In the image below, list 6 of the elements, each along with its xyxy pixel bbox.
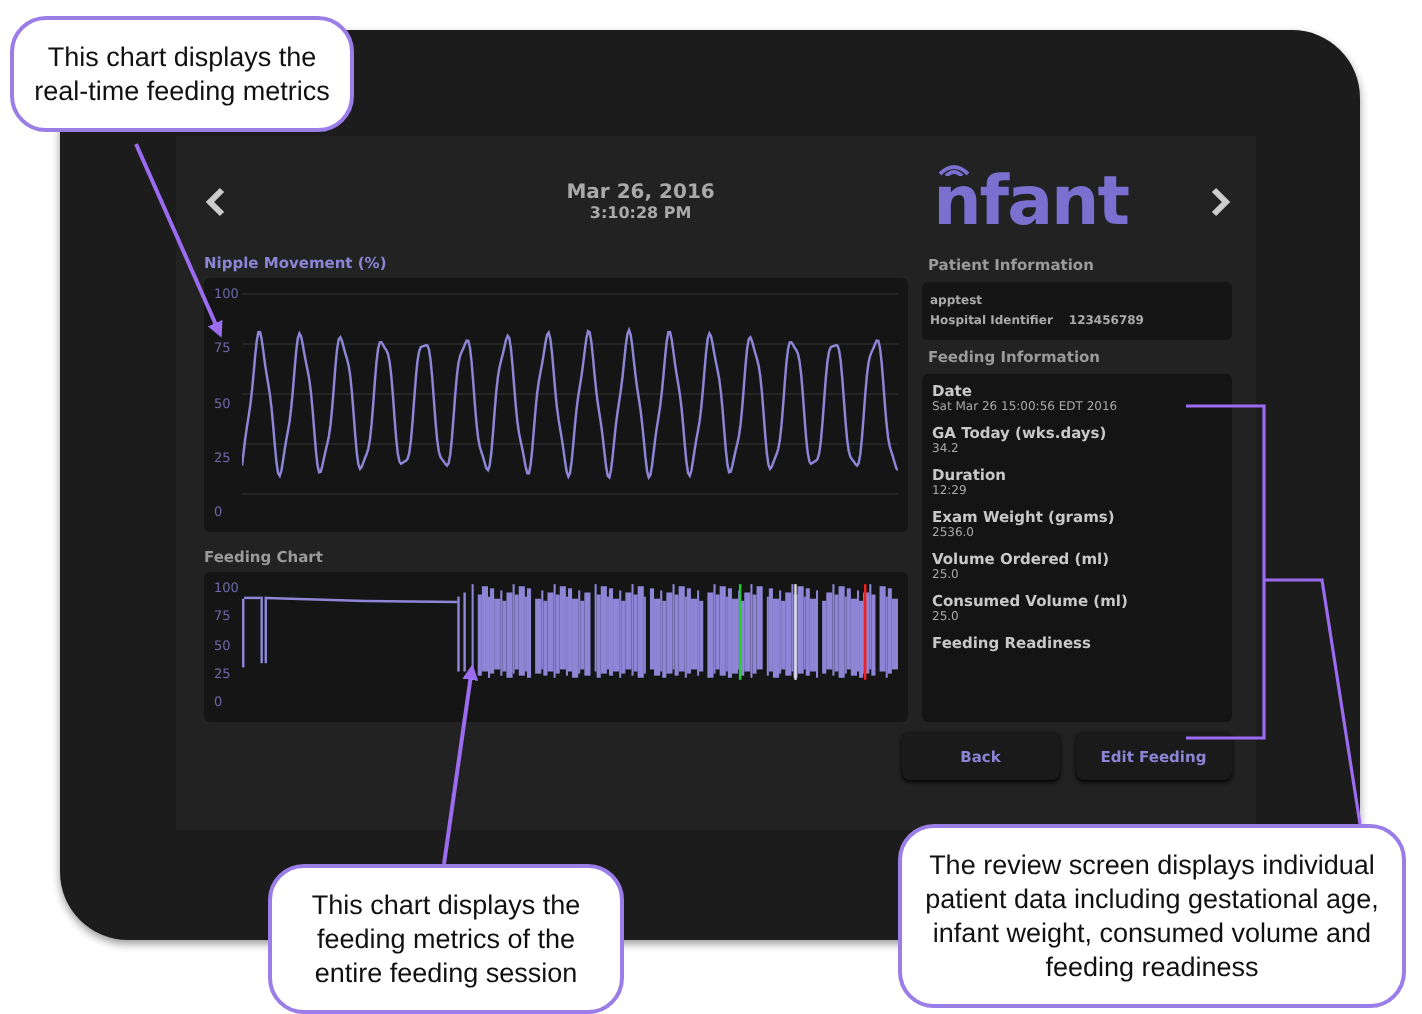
session-date: Mar 26, 2016 — [566, 182, 715, 204]
callout-bubble: This chart displays the real-time feeding metrics — [10, 16, 354, 132]
callout-bubble: The review screen displays individual patient data including gestational age, infant weight, consumed volume and feeding readiness — [898, 824, 1406, 1008]
session-time: 3:10:28 PM — [589, 204, 692, 222]
callout-bubble: This chart displays the feeding metrics of the entire feeding session — [268, 864, 624, 1014]
logo: nfant — [933, 168, 1128, 236]
